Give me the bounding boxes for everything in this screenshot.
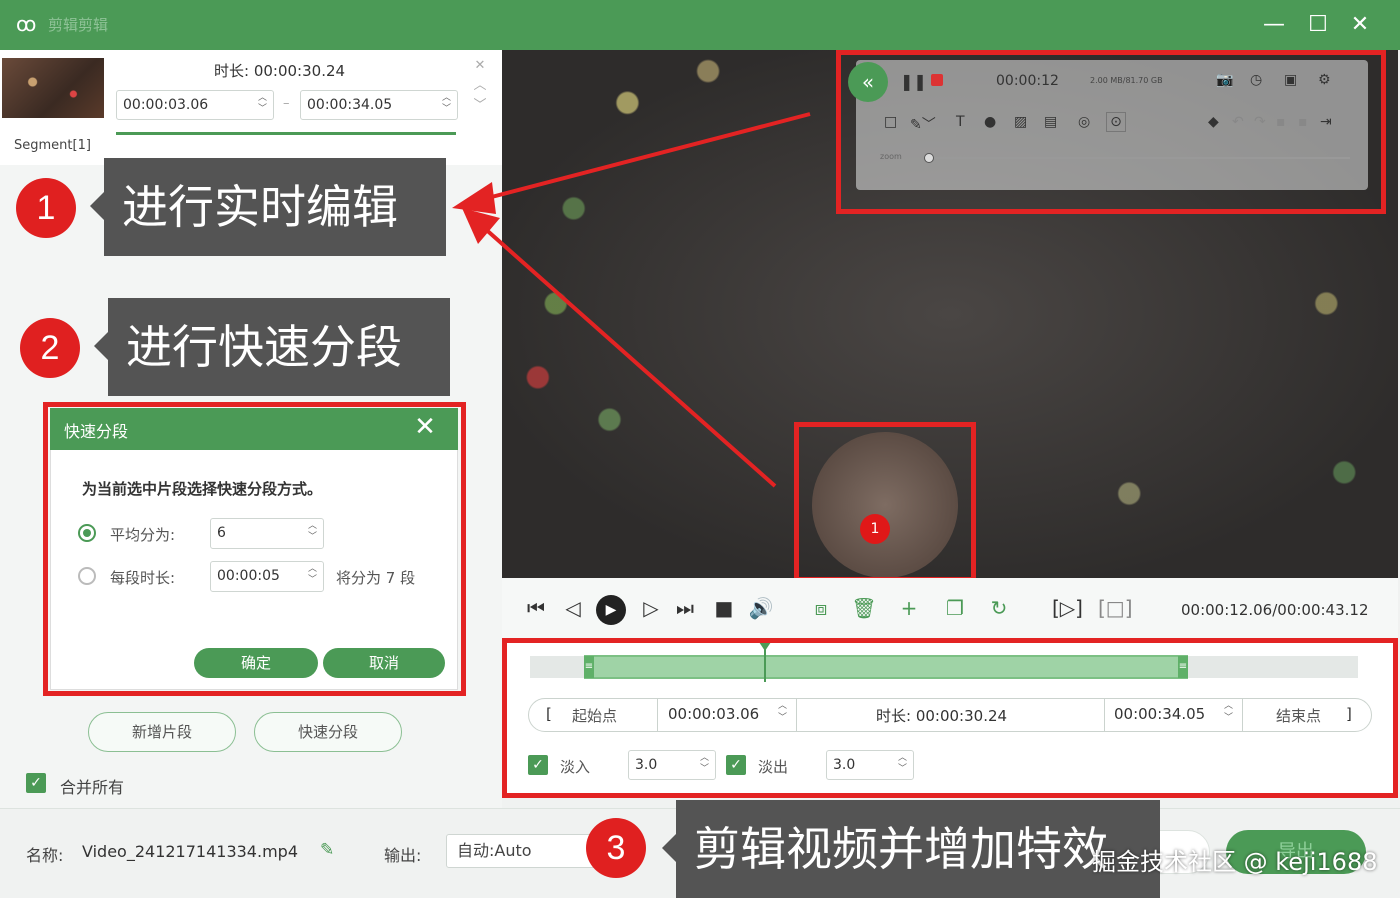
timeline-highlight-box bbox=[502, 638, 1398, 798]
arrow-spotlight bbox=[480, 224, 777, 488]
step-back-icon[interactable]: ◁ bbox=[560, 596, 586, 620]
callout-3-text: 剪辑视频并增加特效 bbox=[662, 800, 1160, 898]
stop-icon[interactable]: ■ bbox=[711, 596, 737, 620]
skip-start-icon[interactable]: ⏮ bbox=[523, 596, 549, 620]
output-select[interactable]: 自动:Auto bbox=[446, 834, 596, 868]
add-icon[interactable]: + bbox=[896, 596, 922, 620]
output-label: 输出: bbox=[384, 846, 422, 865]
watermark: 掘金技术社区 @ keji1688 bbox=[1092, 848, 1378, 876]
arrow-head-toolbar bbox=[452, 182, 496, 214]
volume-icon[interactable]: 🔊 bbox=[748, 596, 774, 620]
split-icon[interactable]: ⧈ bbox=[808, 596, 834, 620]
time-readout: 00:00:12.06/00:00:43.12 bbox=[1181, 601, 1369, 619]
play-button[interactable]: ▶ bbox=[596, 595, 626, 625]
callout-3-number: 3 bbox=[586, 818, 646, 878]
skip-end-icon[interactable]: ⏭ bbox=[672, 596, 698, 620]
copy-icon[interactable]: ❐ bbox=[942, 596, 968, 620]
trash-icon[interactable]: 🗑 bbox=[851, 596, 877, 620]
preview-segment-icon[interactable]: [▷] bbox=[1052, 596, 1083, 620]
file-name-value: Video_241217141334.mp4 bbox=[82, 842, 298, 861]
edit-name-icon[interactable]: ✎ bbox=[320, 840, 334, 860]
reset-icon[interactable]: ↻ bbox=[986, 596, 1012, 620]
arrow-toolbar bbox=[479, 112, 811, 202]
fullscreen-icon[interactable]: [□] bbox=[1098, 596, 1133, 620]
step-forward-icon[interactable]: ▷ bbox=[638, 596, 664, 620]
file-name-label: 名称: bbox=[26, 846, 64, 865]
